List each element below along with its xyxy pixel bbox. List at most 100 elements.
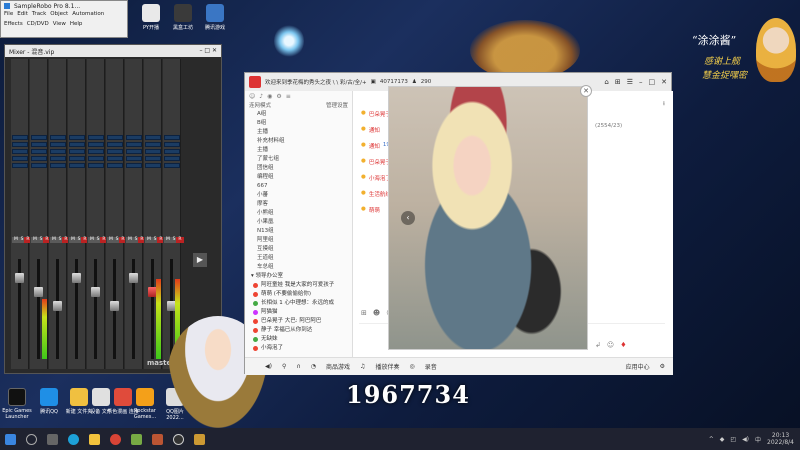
- plugin-slot[interactable]: [12, 149, 28, 154]
- fader-knob[interactable]: [34, 287, 43, 297]
- tray-app-icon[interactable]: ◆: [720, 436, 725, 443]
- play-button[interactable]: ▶: [193, 253, 207, 267]
- maximize-icon[interactable]: □: [649, 78, 656, 86]
- menu-cddvd[interactable]: CD/DVD: [27, 21, 49, 27]
- minimize-icon[interactable]: –: [639, 78, 643, 86]
- plugin-slot[interactable]: [164, 135, 180, 140]
- menu-automation[interactable]: Automation: [72, 11, 104, 17]
- record-label[interactable]: 录音: [425, 362, 437, 371]
- desktop-icon-qq[interactable]: 腾讯QQ: [32, 388, 66, 415]
- plugin-slot[interactable]: [107, 142, 123, 147]
- app-icon[interactable]: [131, 433, 142, 445]
- chat-user[interactable]: 通知: [369, 142, 380, 150]
- fader-knob[interactable]: [91, 287, 100, 297]
- desktop-icon-rockstar[interactable]: Rockstar Games...: [128, 388, 162, 420]
- search-icon[interactable]: [26, 433, 37, 445]
- discord-label[interactable]: 商品游戏: [326, 362, 350, 371]
- gift-icon[interactable]: ♦: [620, 341, 626, 349]
- location-icon[interactable]: ◉: [267, 93, 272, 100]
- windows-start-icon[interactable]: [5, 433, 16, 445]
- list-icon[interactable]: ≡: [286, 93, 291, 100]
- plugin-slot[interactable]: [88, 163, 104, 168]
- user-item[interactable]: 静子 幸福已从你到达: [245, 326, 352, 335]
- plugin-slot[interactable]: [69, 142, 85, 147]
- task-view-icon[interactable]: [47, 433, 58, 445]
- minimize-icon[interactable]: –: [199, 47, 202, 54]
- fader-knob[interactable]: [110, 301, 119, 311]
- plugin-slot[interactable]: [107, 149, 123, 154]
- channel-item[interactable]: 小果凰: [245, 218, 352, 227]
- chrome-icon[interactable]: [110, 433, 121, 445]
- broadcast-label[interactable]: 播放伴奏: [375, 362, 399, 371]
- user-item[interactable]: 无缺妹: [245, 335, 352, 344]
- plugin-slot[interactable]: [12, 163, 28, 168]
- maximize-icon[interactable]: □: [204, 47, 210, 54]
- plugin-slot[interactable]: [31, 142, 47, 147]
- mic-icon[interactable]: ♪: [259, 93, 263, 100]
- plugin-slot[interactable]: [88, 142, 104, 147]
- app-icon[interactable]: [194, 433, 205, 445]
- gamepad-icon[interactable]: ⊞: [615, 78, 621, 86]
- reply-icon[interactable]: ↲: [595, 341, 601, 349]
- desktop-icon-tencent-games[interactable]: 腾讯游戏: [198, 4, 232, 31]
- channel-item[interactable]: 团信组: [245, 164, 352, 173]
- channel-item[interactable]: 车总组: [245, 263, 352, 272]
- edge-icon[interactable]: [68, 433, 79, 445]
- user-item[interactable]: 长相似 1 心中理想：永远的成: [245, 299, 352, 308]
- home-icon[interactable]: ⌂: [604, 78, 608, 86]
- channel-item[interactable]: 阿里组: [245, 236, 352, 245]
- plugin-slot[interactable]: [107, 156, 123, 161]
- plugin-slot[interactable]: [69, 135, 85, 140]
- cat-icon[interactable]: ☻: [373, 309, 380, 317]
- chat-user[interactable]: 萌萌: [369, 206, 380, 214]
- plugin-slot[interactable]: [31, 135, 47, 140]
- explorer-icon[interactable]: [89, 433, 100, 445]
- plugin-slot[interactable]: [107, 135, 123, 140]
- settings-icon[interactable]: ⚙: [660, 363, 665, 370]
- plugin-slot[interactable]: [69, 149, 85, 154]
- plugin-slot[interactable]: [50, 149, 66, 154]
- channel-item[interactable]: 小熊组: [245, 209, 352, 218]
- plugin-slot[interactable]: [164, 142, 180, 147]
- plugin-slot[interactable]: [164, 149, 180, 154]
- chat-user[interactable]: 通知: [369, 126, 380, 134]
- user-item[interactable]: 萌萌 (不要偷偷给你): [245, 290, 352, 299]
- app-icon[interactable]: [152, 433, 163, 445]
- plugin-slot[interactable]: [31, 156, 47, 161]
- send-icon[interactable]: ↲ ☺ ♦: [595, 341, 626, 349]
- desktop-icon-pylive[interactable]: PY开播: [134, 4, 168, 31]
- plugin-slot[interactable]: [126, 135, 142, 140]
- plugin-slot[interactable]: [31, 149, 47, 154]
- mic-button-icon[interactable]: ⚲: [282, 363, 286, 370]
- plugin-slot[interactable]: [145, 156, 161, 161]
- plugin-slot[interactable]: [164, 163, 180, 168]
- fader-knob[interactable]: [129, 273, 138, 283]
- menu-edit[interactable]: Edit: [17, 11, 28, 17]
- channel-item[interactable]: 互摸组: [245, 245, 352, 254]
- menu-track[interactable]: Track: [32, 11, 46, 17]
- user-item[interactable]: 阿旺童娃 我是大家的可爱孩子: [245, 281, 352, 290]
- menu-object[interactable]: Object: [50, 11, 68, 17]
- channel-item[interactable]: A组: [245, 110, 352, 119]
- channel-item[interactable]: 摩客: [245, 200, 352, 209]
- user-item[interactable]: 小海泡了: [245, 344, 352, 353]
- plugin-slot[interactable]: [88, 135, 104, 140]
- plugin-slot[interactable]: [88, 149, 104, 154]
- ime-icon[interactable]: 中: [755, 435, 761, 444]
- channel-item[interactable]: N13组: [245, 227, 352, 236]
- desktop-icon-epic[interactable]: Epic Games Launcher: [0, 388, 34, 420]
- plugin-slot[interactable]: [145, 163, 161, 168]
- gamepad-icon[interactable]: ⊞: [361, 309, 367, 317]
- channel-item[interactable]: 了蒙七组: [245, 155, 352, 164]
- chat-icon[interactable]: ☰: [627, 78, 633, 86]
- plugin-slot[interactable]: [69, 163, 85, 168]
- plugin-slot[interactable]: [145, 142, 161, 147]
- record-button[interactable]: R: [176, 237, 184, 243]
- menu-view[interactable]: View: [53, 21, 66, 27]
- user-icon[interactable]: ☺: [249, 93, 255, 100]
- menu-effects[interactable]: Effects: [4, 21, 23, 27]
- user-item[interactable]: 巴朵晃子 大巴: 阿巴阿巴: [245, 317, 352, 326]
- plugin-slot[interactable]: [126, 142, 142, 147]
- music-icon[interactable]: ♫: [360, 363, 365, 370]
- plugin-slot[interactable]: [50, 142, 66, 147]
